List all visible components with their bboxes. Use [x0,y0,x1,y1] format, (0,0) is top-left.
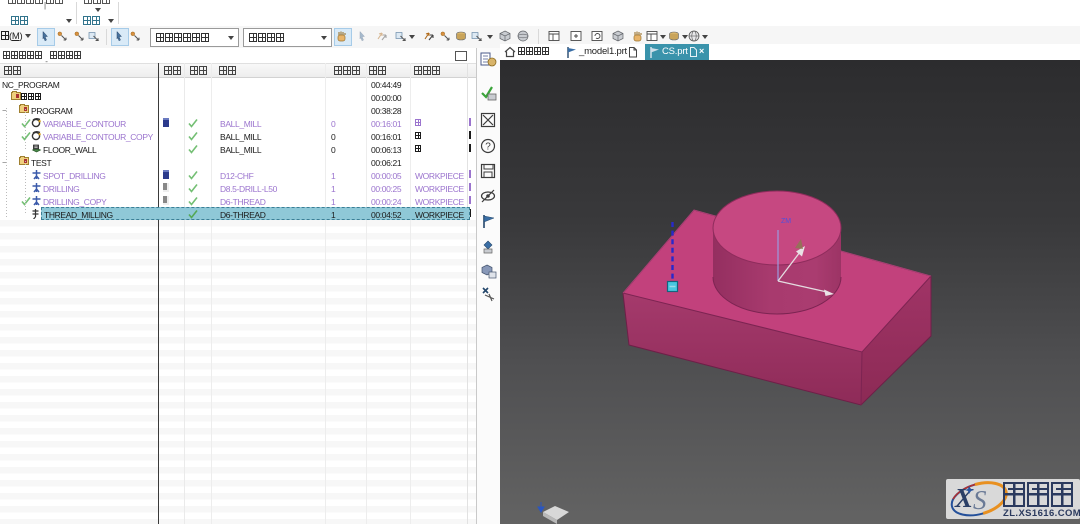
svg-text:?: ? [485,142,491,153]
svg-text:ZM: ZM [781,218,791,225]
svg-text:S: S [973,485,987,515]
svg-text:X: X [954,483,974,513]
